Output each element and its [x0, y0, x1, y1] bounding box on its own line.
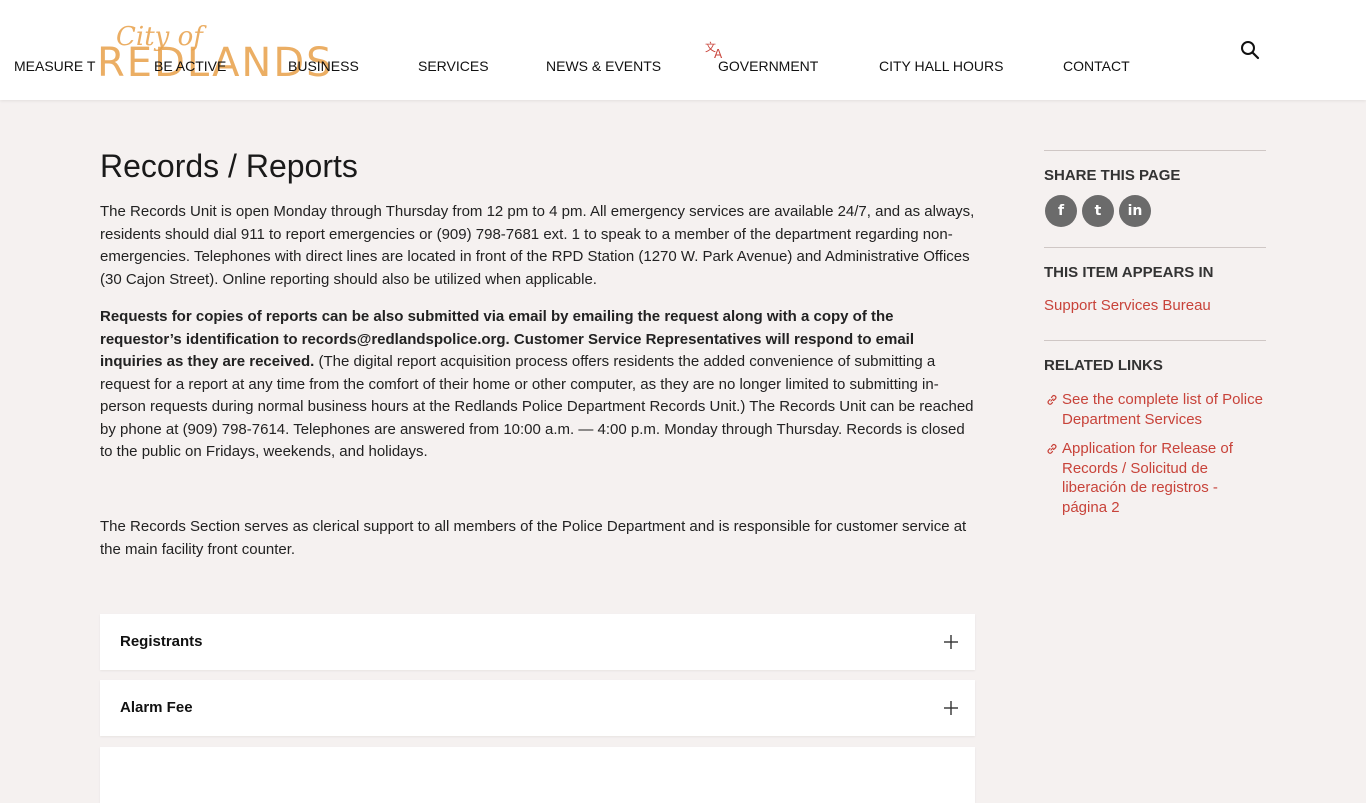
facebook-icon[interactable]: f — [1045, 195, 1077, 227]
intro-paragraph: The Records Unit is open Monday through … — [100, 203, 975, 288]
linkedin-icon[interactable]: in — [1119, 195, 1151, 227]
sidebar-divider — [1044, 340, 1266, 341]
search-icon[interactable] — [1240, 40, 1260, 60]
nav-be-active[interactable]: BE ACTIVE — [154, 58, 226, 74]
twitter-icon[interactable]: t — [1082, 195, 1114, 227]
nav-contact[interactable]: CONTACT — [1063, 58, 1130, 74]
accordion-label: Registrants — [120, 633, 203, 650]
accordion-partial[interactable] — [100, 747, 975, 803]
link-icon — [1047, 395, 1057, 405]
accordion-registrants[interactable]: Registrants — [100, 614, 975, 670]
nav-services[interactable]: SERVICES — [418, 58, 489, 74]
plus-icon[interactable] — [943, 700, 959, 716]
share-heading: SHARE THIS PAGE — [1044, 167, 1181, 184]
link-icon — [1047, 444, 1057, 454]
related-link-records-release-form[interactable]: Application for Release of Records / Sol… — [1062, 439, 1252, 517]
svg-text:A: A — [714, 47, 723, 60]
related-links-heading: RELATED LINKS — [1044, 357, 1163, 374]
page-title: Records / Reports — [100, 148, 358, 184]
nav-city-hall-hours[interactable]: CITY HALL HOURS — [879, 58, 1003, 74]
sidebar-divider — [1044, 150, 1266, 151]
translate-icon[interactable]: 文 A — [705, 40, 727, 60]
nav-news-events[interactable]: NEWS & EVENTS — [546, 58, 661, 74]
records-section-paragraph: The Records Section serves as clerical s… — [100, 518, 967, 558]
plus-icon[interactable] — [943, 634, 959, 650]
nav-business[interactable]: BUSINESS — [288, 58, 359, 74]
related-link-services-list[interactable]: See the complete list of Police Departme… — [1062, 390, 1266, 429]
accordion-alarm-fee[interactable]: Alarm Fee — [100, 680, 975, 736]
sidebar-divider — [1044, 247, 1266, 248]
accordion-label: Alarm Fee — [120, 699, 193, 716]
support-services-bureau-link[interactable]: Support Services Bureau — [1044, 296, 1211, 316]
site-header: City of REDLANDS MEASURE T BE ACTIVE BUS… — [0, 0, 1366, 100]
requests-paragraph: Requests for copies of reports can be al… — [100, 306, 975, 464]
appears-in-heading: THIS ITEM APPEARS IN — [1044, 264, 1214, 281]
nav-government[interactable]: GOVERNMENT — [718, 58, 818, 74]
nav-measure-t[interactable]: MEASURE T — [14, 58, 95, 74]
